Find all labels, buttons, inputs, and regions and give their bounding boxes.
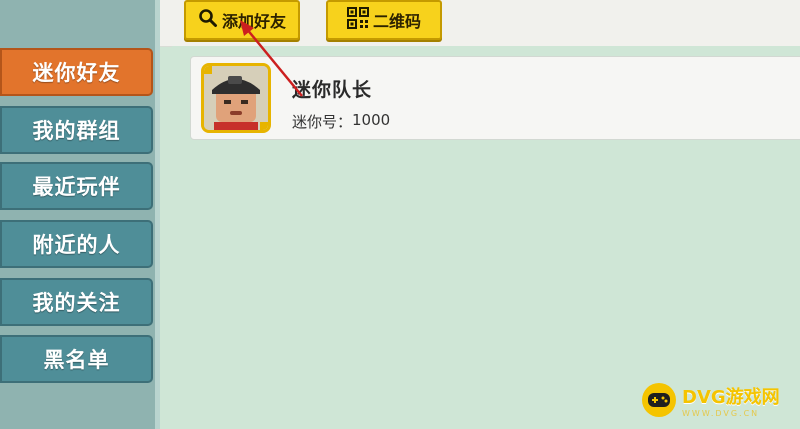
friends-sidebar: 迷你好友 我的群组 最近玩伴 附近的人 我的关注 黑名单 [0,0,160,429]
site-watermark: DVG游戏网 WWW.DVG.CN [642,377,792,423]
add-friend-label: 添加好友 [221,12,286,31]
add-friend-button[interactable]: 添加好友 [184,0,300,40]
avatar[interactable] [201,63,271,133]
friend-name: 迷你队长 [292,79,373,101]
sidebar-item-label: 附近的人 [32,233,121,257]
sidebar-item-my-groups[interactable]: 我的群组 [0,106,153,154]
search-icon [198,8,218,32]
sidebar-item-nearby-people[interactable]: 附近的人 [0,220,153,268]
watermark-title: DVG游戏网 [682,386,780,408]
friend-id-value: 1000 [352,111,391,129]
sidebar-item-my-following[interactable]: 我的关注 [0,278,153,326]
sidebar-item-label: 迷你好友 [32,61,121,85]
friend-list-panel: 迷你队长 迷你号： 1000 [172,46,800,429]
qr-code-label: 二维码 [372,12,421,31]
top-toolbar: 添加好友 二维码 [160,0,800,47]
sidebar-item-recent-players[interactable]: 最近玩伴 [0,162,153,210]
watermark-subtitle: WWW.DVG.CN [682,408,760,418]
friend-list-item[interactable]: 迷你队长 迷你号： 1000 [190,56,800,140]
gamepad-logo-icon [642,383,676,417]
qr-code-button[interactable]: 二维码 [326,0,442,40]
friend-mini-id: 迷你号： 1000 [292,111,390,132]
sidebar-item-label: 我的群组 [32,119,121,143]
sidebar-divider [155,0,160,429]
qr-code-icon [346,7,369,33]
sidebar-item-blacklist[interactable]: 黑名单 [0,335,153,383]
sidebar-item-mini-friends[interactable]: 迷你好友 [0,48,153,96]
sidebar-item-label: 我的关注 [32,291,121,315]
sidebar-item-label: 最近玩伴 [32,175,121,199]
friend-id-label: 迷你号： [292,113,353,131]
sidebar-item-label: 黑名单 [43,348,110,372]
